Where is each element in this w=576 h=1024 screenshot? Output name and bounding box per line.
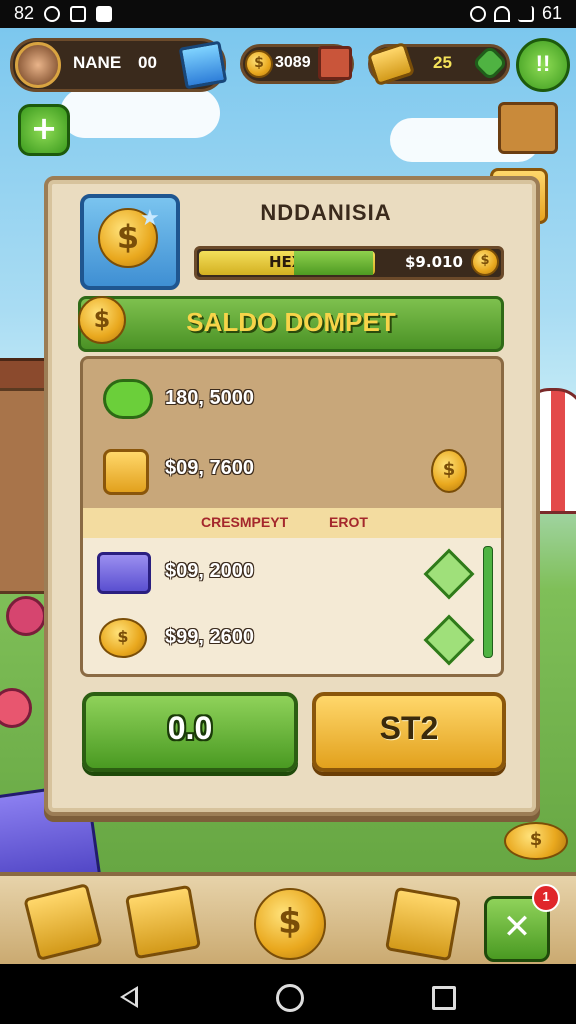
coin-stack-icon: $ (99, 618, 147, 658)
player-name: NANE (73, 53, 122, 72)
cloud (60, 88, 220, 138)
coin-icon: $ (471, 248, 499, 276)
coin-icon[interactable]: $ (431, 449, 467, 493)
signal-icon (517, 5, 534, 22)
status-time: 82 (14, 3, 35, 23)
balance-value: $99, 2600 (165, 626, 254, 648)
wallet-coin-icon: $ ★ (80, 194, 180, 290)
balance-value: 180, 5000 (165, 387, 254, 409)
avatar[interactable] (15, 42, 61, 88)
player-level: 00 (138, 53, 157, 72)
column-header-1: CRESMPEYT (201, 514, 289, 530)
add-cards-icon[interactable] (471, 44, 509, 82)
flower (6, 596, 46, 636)
alarm-icon (469, 5, 486, 22)
column-header-2: EROT (329, 514, 368, 530)
select-diamond-icon[interactable] (423, 614, 475, 666)
balance-value: $09, 2000 (165, 560, 254, 582)
coin-icon: $ (245, 50, 273, 78)
status-bar: 82 61 (0, 0, 576, 28)
notification-icon (70, 5, 87, 22)
right-action-label: ST2 (379, 710, 439, 746)
battery-level: 61 (541, 3, 562, 23)
wifi-icon (493, 5, 510, 22)
list-item[interactable]: $09, 7600 $ (83, 435, 501, 505)
back-icon[interactable] (120, 986, 138, 1008)
green-creature-icon (103, 379, 153, 419)
card-count: 25 (433, 53, 452, 72)
gold-coin-stack-decoration: $ (504, 822, 568, 860)
balance-value: $09, 7600 (165, 457, 254, 479)
recent-apps-icon[interactable] (432, 986, 456, 1010)
card-pack-button[interactable] (384, 886, 462, 962)
add-button[interactable]: + (18, 104, 70, 156)
list-item[interactable]: $ $99, 2600 (83, 604, 501, 674)
notification-badge: 1 (532, 884, 560, 912)
blue-gem-icon[interactable] (178, 40, 228, 90)
purple-block-icon (97, 552, 151, 594)
right-action-button[interactable]: ST2 (312, 692, 506, 772)
pause-button[interactable]: !! (516, 38, 570, 92)
card-counter[interactable]: 25 (366, 41, 510, 87)
coin-count: 3089 (275, 54, 311, 71)
balance-list-bottom: $09, 2000 $ $99, 2600 (80, 538, 504, 677)
xp-value: $9.010 (405, 253, 463, 271)
sync-icon (44, 5, 61, 22)
left-action-button[interactable]: 0.0 (82, 692, 298, 772)
column-header: CRESMPEYT EROT (80, 508, 504, 538)
flower (0, 688, 32, 728)
select-diamond-icon[interactable] (423, 548, 475, 600)
xp-progress-bar: HEX $9.010 $ (194, 246, 504, 280)
home-icon[interactable] (276, 984, 304, 1012)
brick-icon (318, 46, 352, 80)
star-icon: ★ (140, 206, 160, 231)
card-pack-button[interactable] (124, 884, 202, 960)
xp-fill-secondary (293, 251, 374, 275)
banner-coin-icon: $ (78, 296, 126, 344)
wallet-banner: SALDO DOMPET (78, 296, 504, 352)
panel-title: NDDANISIA (260, 200, 392, 225)
left-action-label: 0.0 (167, 710, 213, 746)
banner-title: SALDO DOMPET (186, 307, 396, 337)
treasure-chest-icon[interactable] (498, 102, 558, 154)
list-item[interactable]: $09, 2000 (83, 538, 501, 608)
gold-token-icon (103, 449, 149, 495)
list-item[interactable]: 180, 5000 (83, 365, 501, 435)
balance-list-top: 180, 5000 $09, 7600 $ (80, 356, 504, 512)
scrollbar[interactable] (483, 546, 493, 658)
image-icon (96, 5, 113, 22)
coin-shop-button[interactable]: $ (254, 888, 326, 960)
